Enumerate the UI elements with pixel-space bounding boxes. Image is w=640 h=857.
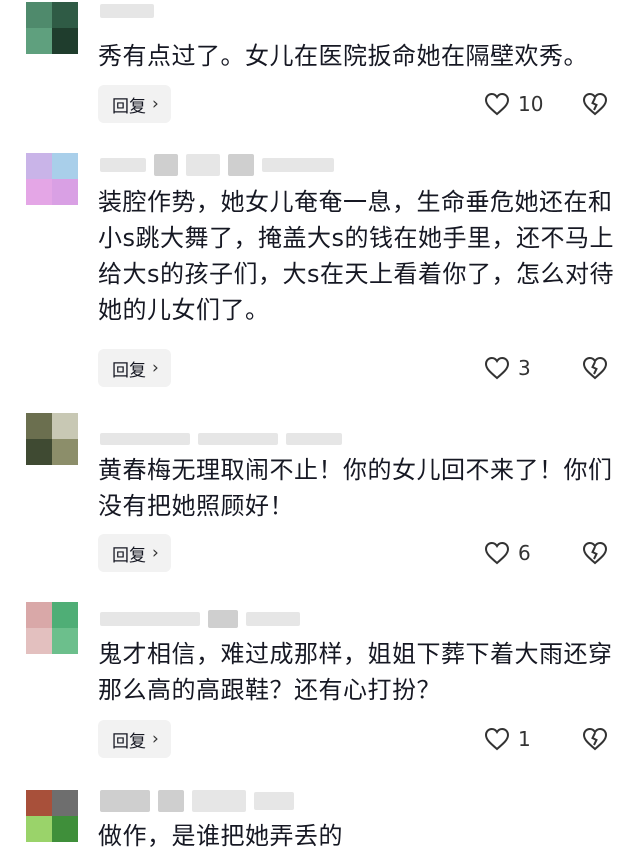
comment-text: 黄春梅无理取闹不止！你的女儿回不来了！你们没有把她照顾好！ (98, 456, 613, 520)
comment-text: 秀有点过了。女儿在医院扳命她在隔壁欢秀。 (98, 42, 588, 70)
heart-outline-icon (484, 92, 510, 116)
comment-meta-blurred (100, 608, 300, 630)
avatar[interactable] (26, 413, 78, 465)
dislike-button[interactable] (582, 85, 608, 123)
comment-meta-blurred (100, 790, 294, 812)
heart-outline-icon (484, 727, 510, 751)
chevron-right-icon: › (152, 543, 159, 563)
heart-outline-icon (484, 541, 510, 565)
avatar[interactable] (26, 2, 78, 54)
reply-button[interactable]: 回复 › (98, 85, 171, 123)
dislike-button[interactable] (582, 349, 608, 387)
like-count: 3 (518, 356, 531, 380)
reply-button[interactable]: 回复 › (98, 349, 171, 387)
comment-text: 鬼才相信，难过成那样，姐姐下葬下着大雨还穿那么高的高跟鞋？还有心打扮？ (98, 640, 613, 704)
reply-label: 回复 (112, 96, 146, 117)
dislike-button[interactable] (582, 534, 608, 572)
broken-heart-icon (582, 356, 608, 380)
reply-label: 回复 (112, 360, 146, 381)
like-count: 10 (518, 92, 544, 116)
avatar[interactable] (26, 153, 78, 205)
reply-button[interactable]: 回复 › (98, 534, 171, 572)
chevron-right-icon: › (152, 94, 159, 114)
like-button[interactable]: 10 (484, 85, 543, 123)
broken-heart-icon (582, 92, 608, 116)
comment-meta-blurred (100, 428, 342, 450)
comment-meta-blurred (100, 0, 154, 22)
avatar[interactable] (26, 790, 78, 842)
comment-meta-blurred (100, 154, 334, 176)
comment-text: 装腔作势，她女儿奄奄一息，生命垂危她还在和小s跳大舞了，掩盖大s的钱在她手里，还… (98, 188, 615, 324)
like-count: 1 (518, 727, 531, 751)
avatar[interactable] (26, 602, 78, 654)
like-button[interactable]: 6 (484, 534, 531, 572)
reply-button[interactable]: 回复 › (98, 720, 171, 758)
broken-heart-icon (582, 541, 608, 565)
reply-label: 回复 (112, 731, 146, 752)
like-count: 6 (518, 541, 531, 565)
broken-heart-icon (582, 727, 608, 751)
comment-text: 做作，是谁把她弄丢的 (98, 822, 343, 850)
like-button[interactable]: 3 (484, 349, 531, 387)
dislike-button[interactable] (582, 720, 608, 758)
heart-outline-icon (484, 356, 510, 380)
chevron-right-icon: › (152, 729, 159, 749)
like-button[interactable]: 1 (484, 720, 531, 758)
reply-label: 回复 (112, 545, 146, 566)
chevron-right-icon: › (152, 358, 159, 378)
